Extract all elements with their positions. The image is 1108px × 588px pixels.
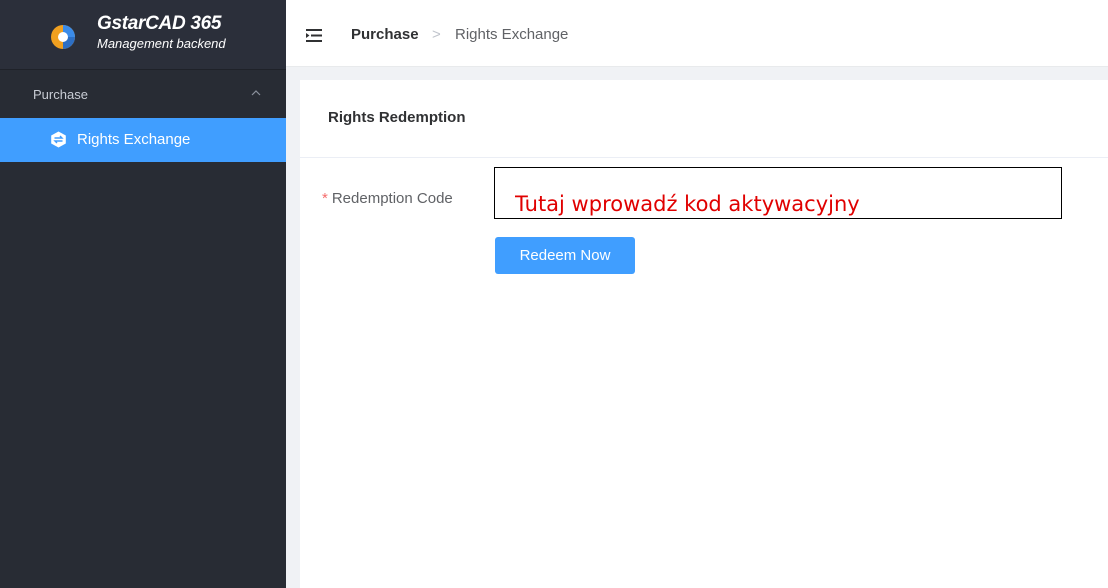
card-header: Rights Redemption xyxy=(300,80,1108,158)
chevron-up-icon xyxy=(251,90,261,96)
redeem-now-button[interactable]: Redeem Now xyxy=(495,237,635,274)
sidebar-group-purchase[interactable]: Purchase xyxy=(0,80,286,110)
required-mark: * xyxy=(322,190,328,207)
logo-bar: GstarCAD 365 Management backend xyxy=(0,0,286,70)
redemption-code-input[interactable] xyxy=(494,167,1062,219)
app-subtitle: Management backend xyxy=(97,36,226,51)
breadcrumb-current: Rights Exchange xyxy=(455,26,569,43)
sidebar-item-rights-exchange[interactable]: Rights Exchange xyxy=(0,118,286,162)
menu-fold-icon[interactable] xyxy=(306,29,322,42)
sidebar-group-label: Purchase xyxy=(33,87,88,102)
redemption-code-label: * Redemption Code xyxy=(322,190,453,207)
gstarcad-logo-icon xyxy=(51,25,75,49)
breadcrumb-purchase[interactable]: Purchase xyxy=(351,26,419,43)
top-header: Purchase > Rights Exchange xyxy=(286,0,1108,67)
redemption-code-label-text: Redemption Code xyxy=(331,190,453,207)
breadcrumb-separator: > xyxy=(432,26,441,43)
redemption-card: Rights Redemption *Redemption Code Redee… xyxy=(300,80,1108,588)
card-title: Rights Redemption xyxy=(328,109,466,126)
exchange-icon xyxy=(51,131,66,148)
sidebar: GstarCAD 365 Management backend Purchase… xyxy=(0,0,286,588)
app-title: GstarCAD 365 xyxy=(97,13,222,34)
sidebar-item-label: Rights Exchange xyxy=(77,131,191,148)
